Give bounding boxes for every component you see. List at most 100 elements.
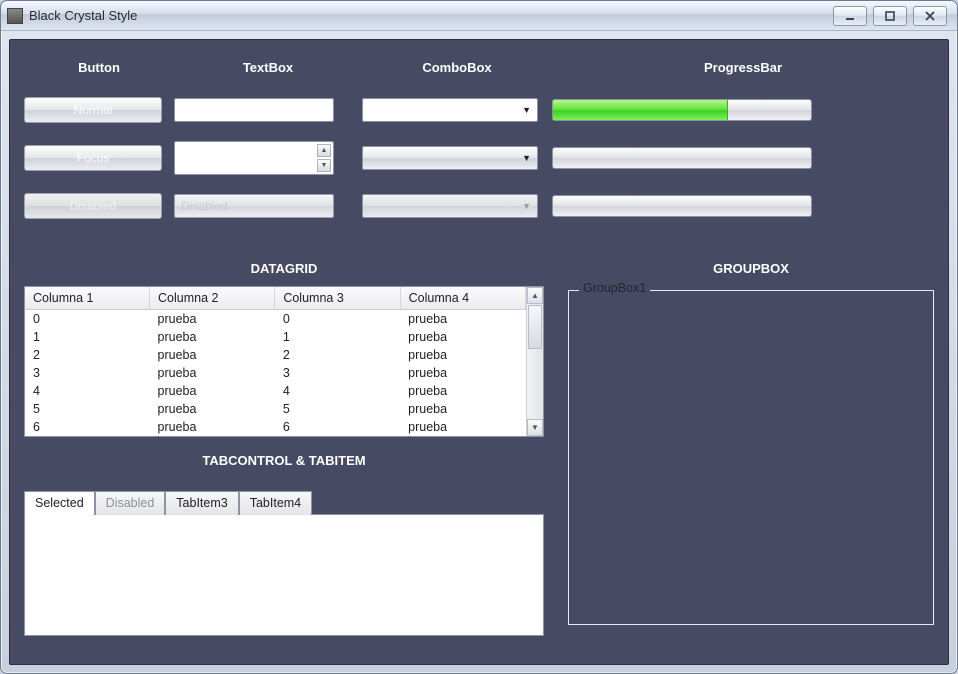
datagrid-viewport: Columna 1Columna 2Columna 3Columna 4 0pr… bbox=[25, 287, 526, 436]
app-window: Black Crystal Style Button TextBox Combo… bbox=[0, 0, 958, 674]
table-cell: prueba bbox=[400, 400, 525, 418]
header-combobox: ComboBox bbox=[362, 54, 552, 91]
maximize-button[interactable] bbox=[873, 6, 907, 26]
table-cell: 1 bbox=[275, 328, 400, 346]
spinner-buttons: ▲ ▼ bbox=[317, 144, 331, 172]
table-cell: prueba bbox=[150, 382, 275, 400]
controls-row-3: Disabled Disabled ▼ bbox=[24, 187, 934, 225]
spinner-up-icon[interactable]: ▲ bbox=[317, 144, 331, 157]
table-cell: prueba bbox=[400, 310, 525, 329]
scroll-track[interactable] bbox=[527, 350, 543, 419]
table-cell: prueba bbox=[150, 346, 275, 364]
datagrid-table: Columna 1Columna 2Columna 3Columna 4 0pr… bbox=[25, 287, 526, 436]
lower-section: DATAGRID Columna 1Columna 2Columna 3Colu… bbox=[24, 255, 934, 625]
header-textbox: TextBox bbox=[174, 54, 362, 91]
table-cell: 5 bbox=[275, 400, 400, 418]
table-cell: 3 bbox=[275, 364, 400, 382]
close-icon bbox=[924, 10, 936, 22]
combobox-glass[interactable]: ▼ bbox=[362, 146, 538, 170]
textbox-multiline[interactable]: ▲ ▼ bbox=[174, 141, 334, 175]
table-cell: prueba bbox=[400, 382, 525, 400]
textbox-disabled: Disabled bbox=[174, 194, 334, 218]
datagrid-column-header[interactable]: Columna 4 bbox=[400, 287, 525, 310]
table-row[interactable]: 6prueba6prueba bbox=[25, 418, 526, 436]
close-button[interactable] bbox=[913, 6, 947, 26]
app-icon bbox=[7, 8, 23, 24]
datagrid-column-header[interactable]: Columna 1 bbox=[25, 287, 150, 310]
table-cell: prueba bbox=[150, 400, 275, 418]
tab-item3-label: TabItem3 bbox=[176, 496, 227, 510]
combobox-normal[interactable]: ▼ bbox=[362, 98, 538, 122]
table-cell: prueba bbox=[150, 310, 275, 329]
table-cell: 5 bbox=[25, 400, 150, 418]
chevron-down-icon: ▼ bbox=[522, 153, 531, 163]
normal-button-label: Normal bbox=[74, 103, 113, 117]
left-column: DATAGRID Columna 1Columna 2Columna 3Colu… bbox=[24, 255, 544, 625]
datagrid-title: DATAGRID bbox=[24, 255, 544, 286]
tab-item3[interactable]: TabItem3 bbox=[165, 491, 238, 515]
tab-item4[interactable]: TabItem4 bbox=[239, 491, 312, 515]
table-cell: 0 bbox=[275, 310, 400, 329]
table-row[interactable]: 0prueba0prueba bbox=[25, 310, 526, 329]
table-cell: prueba bbox=[150, 328, 275, 346]
client-area: Button TextBox ComboBox ProgressBar Norm… bbox=[9, 39, 949, 665]
scroll-up-icon[interactable]: ▲ bbox=[527, 287, 543, 304]
table-cell: 2 bbox=[275, 346, 400, 364]
tab-item4-label: TabItem4 bbox=[250, 496, 301, 510]
titlebar: Black Crystal Style bbox=[1, 1, 957, 31]
table-cell: 0 bbox=[25, 310, 150, 329]
tab-selected-label: Selected bbox=[35, 496, 84, 510]
scroll-thumb[interactable] bbox=[528, 305, 542, 349]
table-cell: prueba bbox=[400, 418, 525, 436]
window-title: Black Crystal Style bbox=[29, 8, 137, 23]
table-cell: 4 bbox=[275, 382, 400, 400]
tab-content bbox=[24, 514, 544, 636]
datagrid-column-header[interactable]: Columna 2 bbox=[150, 287, 275, 310]
controls-row-1: Normal ▼ bbox=[24, 91, 934, 129]
normal-button[interactable]: Normal bbox=[24, 97, 162, 123]
table-cell: prueba bbox=[400, 328, 525, 346]
table-cell: 3 bbox=[25, 364, 150, 382]
textbox-disabled-placeholder: Disabled bbox=[181, 199, 228, 213]
table-cell: prueba bbox=[150, 364, 275, 382]
table-row[interactable]: 1prueba1prueba bbox=[25, 328, 526, 346]
minimize-icon bbox=[844, 10, 856, 22]
groupbox-legend-text: GroupBox1 bbox=[583, 281, 646, 295]
table-cell: prueba bbox=[400, 364, 525, 382]
focus-button[interactable]: Focus bbox=[24, 145, 162, 171]
groupbox-legend: GroupBox1 bbox=[579, 281, 650, 295]
tab-selected[interactable]: Selected bbox=[24, 491, 95, 515]
table-cell: prueba bbox=[400, 346, 525, 364]
table-row[interactable]: 2prueba2prueba bbox=[25, 346, 526, 364]
datagrid[interactable]: Columna 1Columna 2Columna 3Columna 4 0pr… bbox=[24, 286, 544, 437]
column-headers: Button TextBox ComboBox ProgressBar bbox=[24, 54, 934, 91]
progressbar-fill bbox=[553, 100, 728, 120]
tabcontrol: Selected Disabled TabItem3 TabItem4 bbox=[24, 490, 544, 636]
table-cell: 6 bbox=[25, 418, 150, 436]
table-cell: 6 bbox=[275, 418, 400, 436]
tab-disabled-label: Disabled bbox=[106, 496, 155, 510]
textbox-normal[interactable] bbox=[174, 98, 334, 122]
chevron-down-icon: ▼ bbox=[522, 105, 531, 115]
table-cell: 2 bbox=[25, 346, 150, 364]
progressbar-active bbox=[552, 99, 812, 121]
table-row[interactable]: 5prueba5prueba bbox=[25, 400, 526, 418]
maximize-icon bbox=[884, 10, 896, 22]
progressbar-empty-1 bbox=[552, 147, 812, 169]
spinner-down-icon[interactable]: ▼ bbox=[317, 159, 331, 172]
progressbar-empty-2 bbox=[552, 195, 812, 217]
tab-strip: Selected Disabled TabItem3 TabItem4 bbox=[24, 490, 544, 514]
datagrid-column-header[interactable]: Columna 3 bbox=[275, 287, 400, 310]
table-row[interactable]: 3prueba3prueba bbox=[25, 364, 526, 382]
focus-button-label: Focus bbox=[77, 151, 110, 165]
minimize-button[interactable] bbox=[833, 6, 867, 26]
controls-row-2: Focus ▲ ▼ ▼ bbox=[24, 139, 934, 177]
groupbox: GroupBox1 bbox=[568, 290, 934, 625]
table-cell: 4 bbox=[25, 382, 150, 400]
scroll-down-icon[interactable]: ▼ bbox=[527, 419, 543, 436]
right-column: GROUPBOX GroupBox1 bbox=[568, 255, 934, 625]
header-progressbar: ProgressBar bbox=[552, 54, 934, 91]
table-row[interactable]: 4prueba4prueba bbox=[25, 382, 526, 400]
disabled-button-label: Disabled bbox=[70, 199, 117, 213]
datagrid-scrollbar[interactable]: ▲ ▼ bbox=[526, 287, 543, 436]
